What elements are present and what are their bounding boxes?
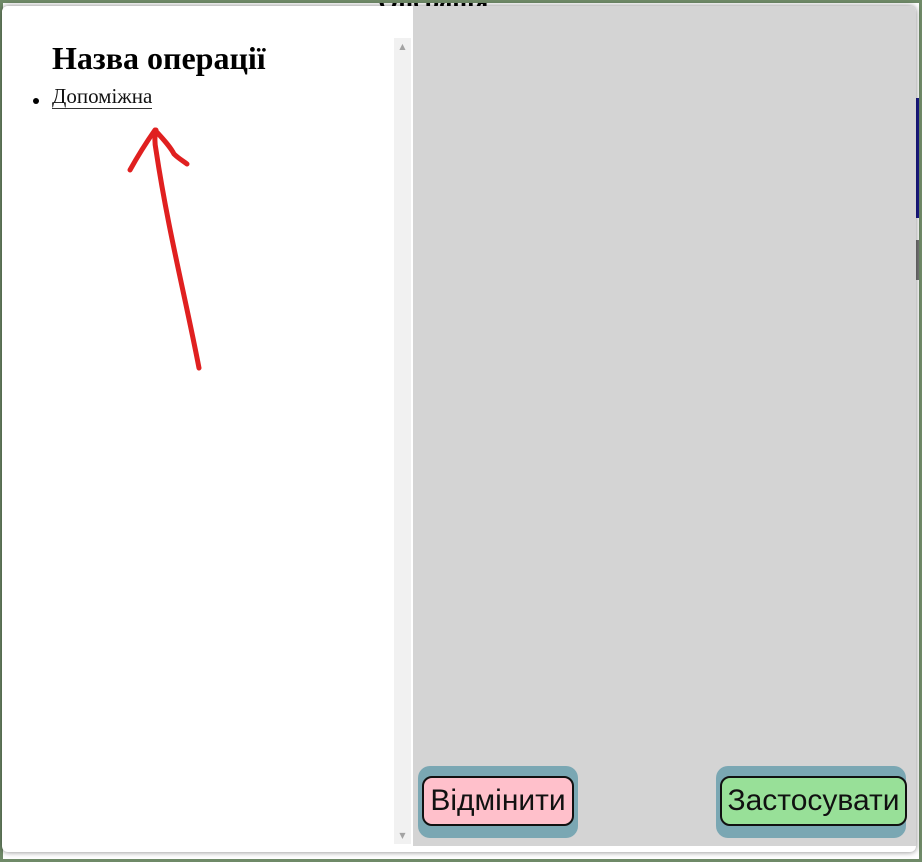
operation-item-label[interactable]: Допоміжна (52, 84, 153, 109)
operation-dialog: Назва операції Допоміжна ▲ ▼ (2, 6, 916, 852)
apply-button-frame: Застосувати (716, 766, 907, 838)
cancel-button-frame: Відмінити (418, 766, 578, 838)
scroll-down-arrow-icon[interactable]: ▼ (394, 827, 411, 844)
apply-button[interactable]: Застосувати (720, 776, 907, 826)
preview-panel (413, 6, 916, 846)
operation-panel: Назва операції Допоміжна (2, 6, 394, 844)
scroll-up-arrow-icon[interactable]: ▲ (394, 38, 411, 55)
cancel-button[interactable]: Відмінити (422, 776, 574, 826)
operation-list-item[interactable]: Допоміжна (32, 84, 153, 109)
operation-heading: Назва операції (52, 40, 266, 76)
background-edge (916, 98, 922, 218)
background-edge (916, 240, 922, 280)
vertical-scrollbar[interactable]: ▲ ▼ (394, 38, 411, 844)
operation-list: Допоміжна (32, 84, 153, 109)
